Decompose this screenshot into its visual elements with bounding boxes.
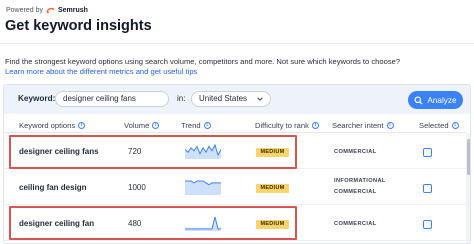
- scrollbar-thumb[interactable]: [467, 139, 470, 175]
- column-header-intent-label: Searcher intent: [332, 121, 384, 130]
- trend-sparkline: [185, 180, 221, 195]
- column-header-keyword: Keyword options i: [19, 121, 86, 130]
- column-header-volume-label: Volume: [124, 121, 150, 130]
- search-icon: [414, 95, 423, 105]
- volume-cell: 1000: [128, 183, 146, 192]
- powered-by: Powered by Semrush: [6, 6, 88, 14]
- keyword-panel: Keyword: designer ceiling fans in: Unite…: [3, 84, 471, 244]
- info-icon[interactable]: i: [311, 122, 319, 129]
- column-header-volume: Volume i: [124, 121, 160, 130]
- column-header-selected-label: Selected: [419, 121, 449, 130]
- analyze-button[interactable]: Analyze: [408, 91, 463, 109]
- table-row: ceiling fan design 1000 MEDIUM INFORMATI…: [4, 169, 466, 205]
- intent-tag: INFORMATIONAL: [334, 178, 386, 184]
- info-icon[interactable]: i: [386, 122, 394, 129]
- page-title: Get keyword insights: [5, 18, 152, 34]
- semrush-logo-icon: [46, 7, 55, 14]
- country-value: United States: [199, 94, 248, 103]
- keyword-cell: designer ceiling fan: [19, 219, 95, 228]
- keyword-input[interactable]: designer ceiling fans: [55, 91, 169, 107]
- column-header-intent: Searcher intent i: [332, 121, 394, 130]
- in-label: in:: [177, 94, 186, 103]
- select-checkbox[interactable]: [423, 184, 432, 193]
- learn-more-link[interactable]: Learn more about the different metrics a…: [5, 67, 197, 76]
- scrollbar[interactable]: [466, 133, 470, 243]
- column-header-keyword-label: Keyword options: [19, 121, 76, 130]
- keyword-cell: designer ceiling fans: [19, 147, 99, 156]
- select-checkbox[interactable]: [423, 148, 432, 157]
- analyze-label: Analyze: [427, 95, 457, 105]
- difficulty-badge: MEDIUM: [256, 220, 289, 229]
- column-header-selected: Selected i: [419, 121, 459, 130]
- keyword-cell: ceiling fan design: [19, 183, 87, 192]
- search-bar: Keyword: designer ceiling fans in: Unite…: [4, 85, 470, 114]
- column-header-trend-label: Trend: [181, 121, 201, 130]
- intent-tag: COMMERCIAL: [334, 221, 377, 227]
- column-header-difficulty: Difficulty to rank i: [255, 121, 319, 130]
- difficulty-badge: MEDIUM: [256, 184, 289, 193]
- select-checkbox[interactable]: [423, 220, 432, 229]
- info-icon[interactable]: i: [203, 122, 211, 129]
- info-icon[interactable]: i: [152, 122, 160, 129]
- volume-cell: 720: [128, 147, 142, 156]
- volume-cell: 480: [128, 219, 142, 228]
- intent-tag: COMMERCIAL: [334, 189, 377, 195]
- country-select[interactable]: United States: [191, 91, 271, 107]
- column-header-trend: Trend i: [181, 121, 211, 130]
- trend-sparkline: [185, 216, 221, 231]
- table-row: designer ceiling fans 720 MEDIUM COMMERC…: [4, 133, 466, 169]
- column-header-difficulty-label: Difficulty to rank: [255, 121, 309, 130]
- trend-sparkline: [185, 143, 221, 159]
- intent-tag: COMMERCIAL: [334, 149, 377, 155]
- chevron-down-icon: [257, 97, 263, 101]
- info-icon[interactable]: i: [78, 122, 86, 129]
- keyword-label: Keyword:: [18, 94, 56, 103]
- difficulty-badge: MEDIUM: [256, 148, 289, 157]
- brand-name: Semrush: [57, 6, 88, 14]
- table-row: designer ceiling fan 480 MEDIUM COMMERCI…: [4, 205, 466, 241]
- info-icon[interactable]: i: [451, 122, 459, 129]
- intro-text: Find the strongest keyword options using…: [5, 57, 401, 66]
- header: Powered by Semrush Get keyword insights: [0, 0, 474, 44]
- powered-by-label: Powered by: [6, 6, 43, 14]
